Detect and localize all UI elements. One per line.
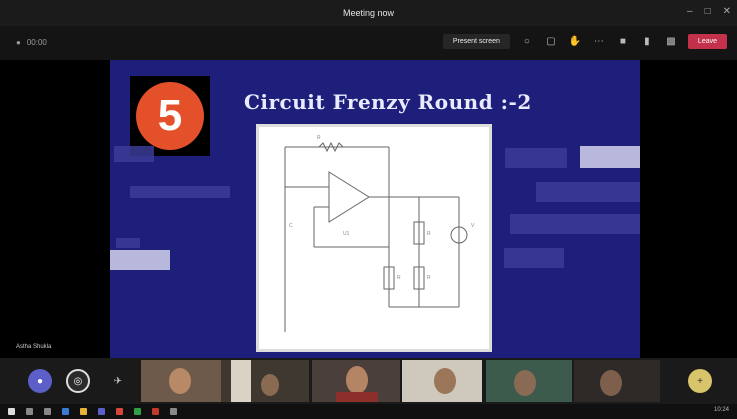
maximize-icon[interactable]: □ xyxy=(705,6,711,17)
slide-decoration xyxy=(510,214,640,234)
svg-text:C: C xyxy=(289,223,293,229)
participant-shirt xyxy=(336,392,378,402)
more-options-icon[interactable]: ⋯ xyxy=(592,35,606,49)
slide-decoration xyxy=(580,146,640,168)
participant-video-tile[interactable] xyxy=(402,360,482,402)
participant-face xyxy=(346,366,368,394)
speaker-name-label: Astha Shukla xyxy=(16,344,52,350)
shared-content-stage: 5 Circuit Frenzy Round :-2 R C U1 R V R … xyxy=(0,60,737,358)
participant-background xyxy=(231,360,251,402)
participant-avatar[interactable]: ✈ xyxy=(106,369,130,393)
svg-text:V: V xyxy=(471,223,475,229)
participant-strip: ● ◎ ✈ + xyxy=(0,358,737,404)
participant-face xyxy=(261,374,279,396)
participant-avatar[interactable]: ◎ xyxy=(66,369,90,393)
slide-decoration xyxy=(110,250,170,270)
chat-icon[interactable]: ▢ xyxy=(544,35,558,49)
svg-text:R: R xyxy=(427,275,431,281)
participant-video-tile[interactable] xyxy=(141,360,221,402)
file-explorer-icon[interactable] xyxy=(80,408,87,415)
slide-decoration xyxy=(114,146,154,162)
share-tray-icon[interactable]: ▩ xyxy=(664,35,678,49)
participant-face xyxy=(434,368,456,394)
more-participants-button[interactable]: + xyxy=(688,369,712,393)
slide-title: Circuit Frenzy Round :-2 xyxy=(244,90,532,114)
participant-video-tile[interactable] xyxy=(574,360,660,402)
share-screen-button[interactable]: Present screen xyxy=(442,34,510,49)
raise-hand-icon[interactable]: ✋ xyxy=(568,35,582,49)
task-view-icon[interactable] xyxy=(44,408,51,415)
presentation-slide: 5 Circuit Frenzy Round :-2 R C U1 R V R … xyxy=(110,60,640,358)
leave-button[interactable]: Leave xyxy=(687,34,727,49)
svg-text:R: R xyxy=(427,231,431,237)
meeting-time: 00:00 xyxy=(26,38,47,47)
slide-number-badge: 5 xyxy=(136,82,204,150)
taskbar-clock: 10:24 xyxy=(713,407,729,413)
slide-decoration xyxy=(116,238,140,248)
meeting-timer: ● 00:00 xyxy=(16,38,47,47)
close-icon[interactable]: ✕ xyxy=(723,6,731,17)
os-taskbar: 10:24 xyxy=(0,404,737,419)
slide-decoration xyxy=(505,148,567,168)
participant-video-tile[interactable] xyxy=(312,360,400,402)
minimize-icon[interactable]: – xyxy=(687,6,693,17)
svg-text:R: R xyxy=(397,275,401,281)
svg-text:U1: U1 xyxy=(343,231,350,237)
camera-icon[interactable]: ■ xyxy=(616,35,630,49)
app-icon[interactable] xyxy=(134,408,141,415)
teams-icon[interactable] xyxy=(98,408,105,415)
slide-decoration xyxy=(130,186,230,198)
microphone-icon[interactable]: ▮ xyxy=(640,35,654,49)
circuit-schematic: R C U1 R V R R xyxy=(284,135,475,332)
app-icon[interactable] xyxy=(152,408,159,415)
slide-decoration xyxy=(504,248,564,268)
participants-icon[interactable]: ○ xyxy=(520,35,534,49)
window-title: Meeting now xyxy=(342,8,395,18)
app-icon[interactable] xyxy=(116,408,123,415)
slide-decoration xyxy=(536,182,640,202)
shield-icon: ● xyxy=(16,38,21,47)
circuit-diagram: R C U1 R V R R xyxy=(256,124,492,352)
window-titlebar: Meeting now – □ ✕ xyxy=(0,0,737,26)
participant-face xyxy=(514,370,536,396)
participant-avatar[interactable]: ● xyxy=(28,369,52,393)
participant-video-tile[interactable] xyxy=(486,360,572,402)
start-icon[interactable] xyxy=(8,408,15,415)
search-icon[interactable] xyxy=(26,408,33,415)
meeting-toolbar: ● 00:00 Present screen ○ ▢ ✋ ⋯ ■ ▮ ▩ Lea… xyxy=(0,26,737,61)
window-controls: – □ ✕ xyxy=(687,6,731,17)
app-icon[interactable] xyxy=(170,408,177,415)
participant-video-tile[interactable] xyxy=(221,360,309,402)
svg-text:R: R xyxy=(317,135,321,141)
participant-face xyxy=(169,368,191,394)
edge-icon[interactable] xyxy=(62,408,69,415)
participant-face xyxy=(600,370,622,396)
